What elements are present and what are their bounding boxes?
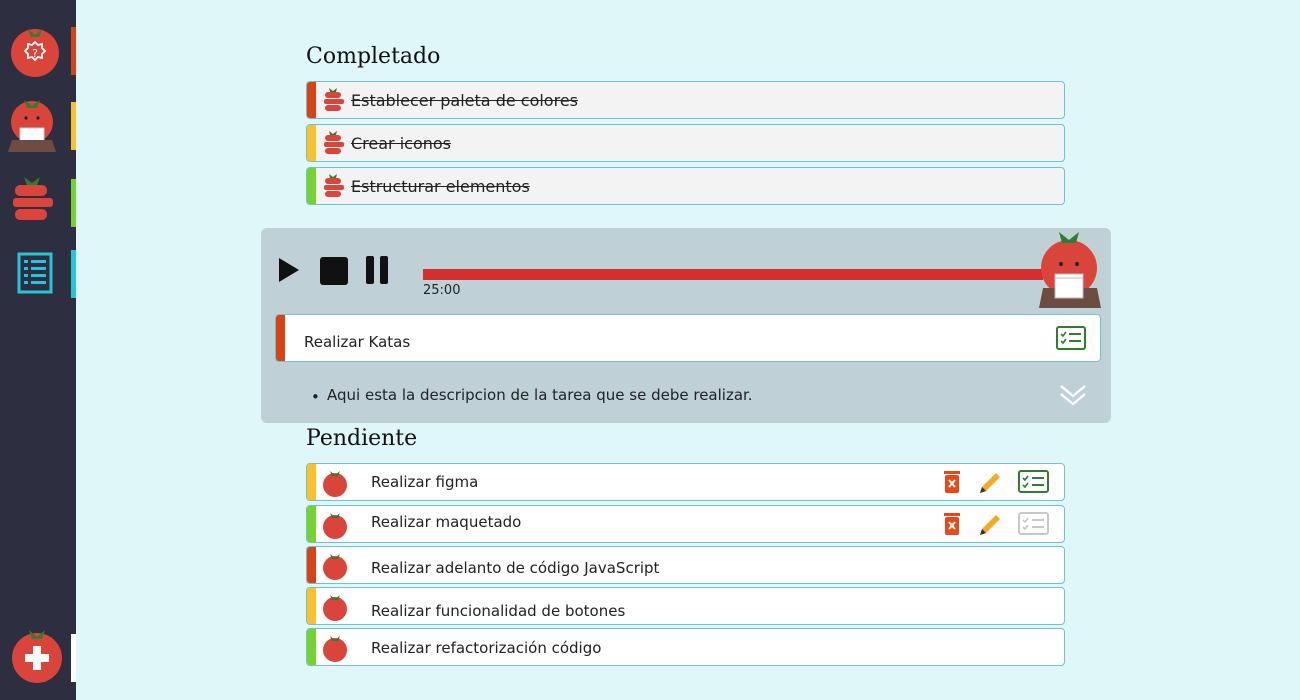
sidebar-item-stack[interactable] (0, 177, 76, 237)
task-accent (307, 629, 316, 665)
task-accent (276, 315, 285, 361)
tomato-icon (321, 635, 349, 665)
pending-task[interactable]: Realizar adelanto de código JavaScript (306, 546, 1065, 584)
sidebar-item-list[interactable] (0, 248, 76, 308)
sidebar-accent (71, 179, 76, 227)
progress-bar (423, 269, 1043, 280)
pending-task[interactable]: Realizar refactorización código (306, 628, 1065, 666)
completed-task[interactable]: Estructurar elementos (306, 167, 1065, 205)
tomato-icon (321, 553, 349, 583)
sidebar: ? (0, 0, 76, 700)
add-task-button[interactable] (0, 628, 76, 688)
delete-icon[interactable] (942, 511, 962, 541)
tomato-icon (321, 512, 349, 542)
completed-task[interactable]: Crear iconos (306, 124, 1065, 162)
sidebar-accent (71, 634, 76, 682)
pending-task[interactable]: Realizar funcionalidad de botones (306, 587, 1065, 625)
sidebar-accent (71, 102, 76, 150)
task-label: Crear iconos (351, 134, 452, 153)
chevron-down-icon[interactable] (1059, 382, 1087, 410)
tomato-stack-icon (321, 131, 347, 161)
pencil-icon[interactable] (976, 469, 1004, 500)
task-label: Estructurar elementos (351, 177, 530, 196)
play-button[interactable] (275, 254, 303, 288)
task-label: Realizar figma (371, 473, 479, 491)
current-task-label: Realizar Katas (304, 333, 411, 351)
task-label: Realizar maquetado (371, 513, 522, 531)
sidebar-accent (71, 27, 76, 75)
task-label: Establecer paleta de colores (351, 91, 578, 110)
task-accent (307, 82, 316, 118)
tomato-stack-icon (321, 88, 347, 118)
sidebar-accent (71, 250, 76, 298)
checklist-icon[interactable] (1018, 511, 1050, 541)
task-accent (307, 547, 316, 583)
current-task[interactable]: Realizar Katas (275, 314, 1101, 362)
bullet: • (311, 388, 320, 406)
completed-title: Completado (306, 44, 441, 69)
task-accent (307, 588, 316, 624)
task-description: Aqui esta la descripcion de la tarea que… (327, 386, 753, 404)
task-label: Realizar funcionalidad de botones (371, 602, 626, 620)
tomato-mascot-icon (1037, 230, 1103, 314)
task-accent (307, 506, 316, 542)
sidebar-item-help[interactable]: ? (0, 25, 76, 85)
task-accent (307, 125, 316, 161)
delete-icon[interactable] (942, 469, 962, 499)
task-accent (307, 168, 316, 204)
task-label: Realizar refactorización código (371, 639, 602, 657)
checklist-icon[interactable] (1056, 326, 1086, 354)
pending-task[interactable]: Realizar maquetado (306, 505, 1065, 543)
checklist-icon[interactable] (1018, 469, 1050, 499)
completed-task[interactable]: Establecer paleta de colores (306, 81, 1065, 119)
stop-button[interactable] (318, 254, 350, 290)
timer-panel: 25:00 Realizar Katas • Aqui esta la desc… (261, 228, 1111, 423)
task-label: Realizar adelanto de código JavaScript (371, 559, 660, 577)
sidebar-item-tomato[interactable] (0, 100, 76, 160)
tomato-stack-icon (321, 174, 347, 204)
timer-display: 25:00 (423, 283, 461, 298)
pause-button[interactable] (364, 254, 394, 290)
tomato-icon (321, 470, 349, 500)
pencil-icon[interactable] (976, 511, 1004, 542)
task-accent (307, 464, 316, 500)
tomato-icon (321, 594, 349, 624)
pending-task[interactable]: Realizar figma (306, 463, 1065, 501)
pending-title: Pendiente (306, 426, 418, 451)
svg-text:?: ? (32, 47, 38, 60)
